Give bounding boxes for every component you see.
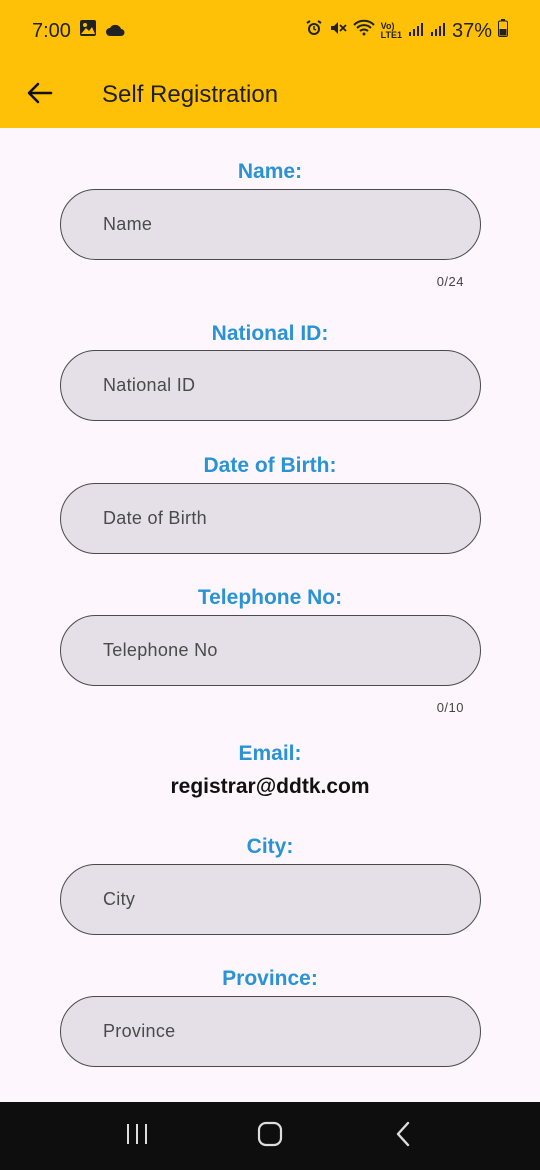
volte-icon: Vo) LTE1 xyxy=(380,21,402,40)
status-bar: 7:00 Vo) LTE1 37% xyxy=(0,0,540,62)
mute-icon xyxy=(329,19,347,43)
national-id-label: National ID: xyxy=(211,322,329,345)
recent-apps-icon xyxy=(125,1123,149,1150)
email-label: Email: xyxy=(238,742,302,765)
city-input[interactable] xyxy=(60,864,481,935)
name-input[interactable] xyxy=(60,189,481,260)
arrow-left-icon xyxy=(27,81,53,110)
back-icon xyxy=(395,1121,411,1152)
home-button[interactable] xyxy=(250,1116,290,1156)
battery-percent: 37% xyxy=(451,19,492,42)
gallery-icon xyxy=(79,19,97,43)
alarm-icon xyxy=(305,19,323,43)
dob-label: Date of Birth: xyxy=(203,454,337,477)
registration-form: Name: 0/24 National ID: Date of Birth: T… xyxy=(0,128,540,1102)
telephone-input[interactable] xyxy=(60,615,481,686)
system-back-button[interactable] xyxy=(383,1116,423,1156)
recent-apps-button[interactable] xyxy=(117,1116,157,1156)
name-label: Name: xyxy=(237,160,303,183)
national-id-input[interactable] xyxy=(60,350,481,421)
wifi-icon xyxy=(352,19,375,43)
telephone-counter: 0/10 xyxy=(436,700,464,715)
page-title: Self Registration xyxy=(102,81,279,108)
province-input[interactable] xyxy=(60,996,481,1067)
app-bar: Self Registration xyxy=(0,62,540,128)
dob-input[interactable] xyxy=(60,483,481,554)
email-value: registrar@ddtk.com xyxy=(170,775,370,798)
signal-icon xyxy=(430,20,446,43)
cloud-icon xyxy=(105,20,125,43)
signal-icon xyxy=(408,20,424,43)
system-nav-bar xyxy=(0,1102,540,1170)
name-counter: 0/24 xyxy=(436,274,464,289)
home-icon xyxy=(257,1121,283,1152)
city-label: City: xyxy=(246,835,294,858)
status-left: 7:00 xyxy=(32,19,125,43)
province-label: Province: xyxy=(222,967,318,990)
telephone-label: Telephone No: xyxy=(197,586,343,609)
status-time: 7:00 xyxy=(32,19,71,42)
back-button[interactable] xyxy=(20,75,60,115)
battery-icon xyxy=(498,19,508,43)
status-right: Vo) LTE1 37% xyxy=(305,19,508,43)
